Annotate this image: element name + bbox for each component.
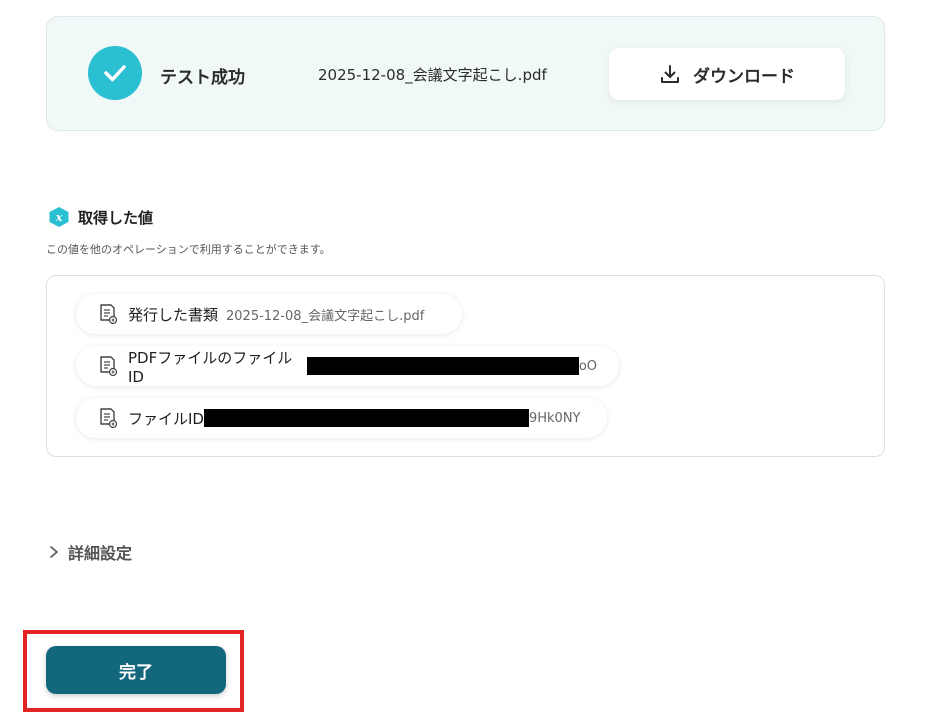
redacted-value bbox=[203, 409, 529, 427]
obtained-values-title-text: 取得した値 bbox=[78, 208, 154, 227]
value-chip-issued-document[interactable]: 発行した書類 2025-12-08_会議文字起こし.pdf bbox=[76, 294, 462, 334]
document-icon bbox=[98, 355, 118, 377]
document-icon bbox=[98, 303, 118, 325]
value-chip-label: 発行した書類 bbox=[128, 305, 219, 324]
value-chip-label: ファイルID bbox=[128, 409, 204, 428]
advanced-settings-label: 詳細設定 bbox=[68, 544, 133, 563]
download-icon bbox=[659, 63, 681, 85]
test-status-label: テスト成功 bbox=[160, 68, 245, 88]
document-icon bbox=[98, 407, 118, 429]
value-chip-value-tail: oO bbox=[578, 358, 597, 374]
value-chip-file-id[interactable]: ファイルID 9Hk0NY bbox=[76, 398, 607, 438]
success-check-icon bbox=[88, 46, 142, 100]
download-button[interactable]: ダウンロード bbox=[609, 48, 845, 100]
chevron-right-icon bbox=[48, 544, 60, 560]
variable-badge-icon: x bbox=[48, 206, 70, 228]
download-button-label: ダウンロード bbox=[693, 66, 795, 87]
redacted-value bbox=[306, 357, 579, 375]
value-chip-value: 2025-12-08_会議文字起こし.pdf bbox=[226, 308, 425, 324]
value-chip-pdf-file-id[interactable]: PDFファイルのファイルID oO bbox=[76, 346, 619, 386]
obtained-values-description: この値を他のオペレーションで利用することができます。 bbox=[46, 243, 331, 256]
complete-button-label: 完了 bbox=[119, 662, 153, 683]
result-file-name: 2025-12-08_会議文字起こし.pdf bbox=[318, 66, 547, 84]
svg-text:x: x bbox=[55, 211, 63, 224]
value-chip-label: PDFファイルのファイルID bbox=[128, 348, 293, 386]
value-chip-value-tail: 9Hk0NY bbox=[528, 410, 581, 426]
advanced-settings-toggle[interactable]: 詳細設定 bbox=[48, 540, 132, 564]
complete-button[interactable]: 完了 bbox=[46, 646, 226, 694]
obtained-values-title: x 取得した値 bbox=[48, 206, 153, 228]
